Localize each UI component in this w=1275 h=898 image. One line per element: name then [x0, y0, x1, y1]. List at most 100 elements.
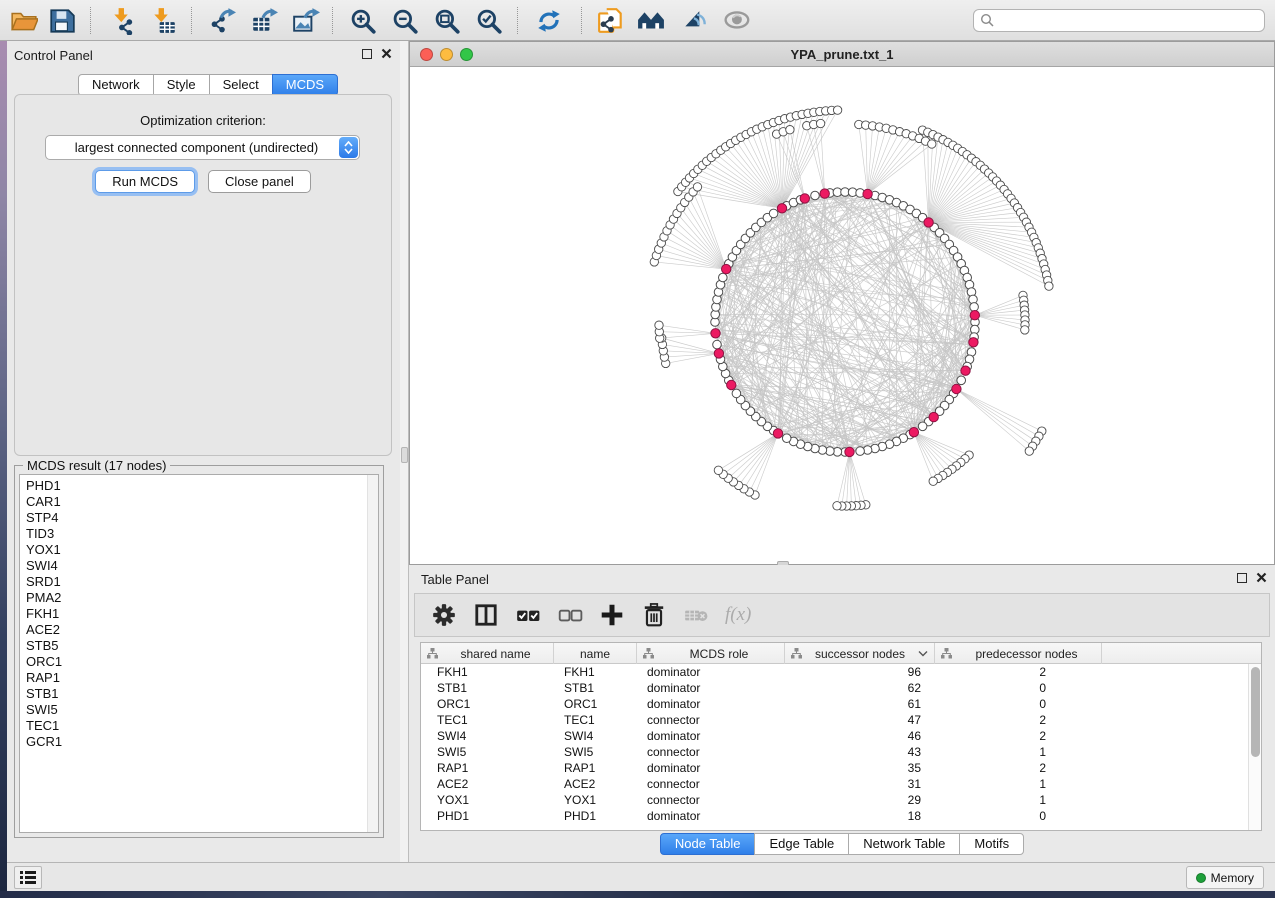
- deselect-all-icon[interactable]: [557, 602, 583, 628]
- table-cell: SWI5: [421, 745, 554, 759]
- table-cell: TEC1: [554, 713, 637, 727]
- result-item[interactable]: STP4: [20, 510, 378, 526]
- result-item[interactable]: RAP1: [20, 670, 378, 686]
- memory-status-icon: [1196, 873, 1206, 883]
- result-item[interactable]: SRD1: [20, 574, 378, 590]
- column-header-predecessor-nodes[interactable]: predecessor nodes: [935, 643, 1102, 664]
- main-toolbar: [0, 0, 1275, 41]
- zoom-fit-icon[interactable]: [433, 7, 461, 35]
- result-item[interactable]: ORC1: [20, 654, 378, 670]
- table-row[interactable]: SWI5SWI5connector431: [421, 744, 1261, 760]
- settings-gear-icon[interactable]: [431, 602, 457, 628]
- column-selector-icon[interactable]: [473, 602, 499, 628]
- mcds-result-list[interactable]: PHD1CAR1STP4TID3YOX1SWI4SRD1PMA2FKH1ACE2…: [19, 474, 379, 833]
- network-view-window: YPA_prune.txt_1: [409, 41, 1275, 565]
- result-item[interactable]: SWI5: [20, 702, 378, 718]
- toolbar-separator: [581, 7, 582, 34]
- tab-style[interactable]: Style: [153, 74, 210, 96]
- table-row[interactable]: TEC1TEC1connector472: [421, 712, 1261, 728]
- table-scrollbar-thumb[interactable]: [1251, 667, 1260, 757]
- import-network-icon[interactable]: [110, 7, 138, 35]
- add-row-icon[interactable]: [599, 602, 625, 628]
- tab-network-table[interactable]: Network Table: [848, 833, 960, 855]
- table-row[interactable]: ACE2ACE2connector311: [421, 776, 1261, 792]
- table-cell: 43: [785, 745, 935, 759]
- result-item[interactable]: PHD1: [20, 475, 378, 494]
- table-row[interactable]: PHD1PHD1dominator180: [421, 808, 1261, 824]
- result-item[interactable]: TEC1: [20, 718, 378, 734]
- table-cell: connector: [637, 793, 785, 807]
- result-item[interactable]: GCR1: [20, 734, 378, 750]
- memory-label: Memory: [1211, 871, 1254, 885]
- column-header-successor-nodes[interactable]: successor nodes: [785, 643, 935, 664]
- table-cell: 46: [785, 729, 935, 743]
- table-scrollbar[interactable]: [1248, 664, 1261, 830]
- task-history-button[interactable]: [14, 866, 42, 889]
- close-panel-icon[interactable]: [381, 48, 392, 59]
- tab-node-table[interactable]: Node Table: [660, 833, 756, 855]
- close-panel-button[interactable]: Close panel: [208, 170, 311, 193]
- column-type-icon: [791, 648, 802, 659]
- result-item[interactable]: YOX1: [20, 542, 378, 558]
- result-item[interactable]: ACE2: [20, 622, 378, 638]
- export-table-icon[interactable]: [250, 7, 278, 35]
- hide-details-icon[interactable]: [681, 7, 709, 35]
- houses-icon[interactable]: [637, 7, 665, 35]
- criterion-dropdown[interactable]: largest connected component (undirected): [45, 135, 360, 160]
- table-cell: dominator: [637, 809, 785, 823]
- result-item[interactable]: FKH1: [20, 606, 378, 622]
- table-cell: 62: [785, 681, 935, 695]
- table-row[interactable]: STB1STB1dominator620: [421, 680, 1261, 696]
- select-all-icon[interactable]: [515, 602, 541, 628]
- result-item[interactable]: CAR1: [20, 494, 378, 510]
- tab-motifs[interactable]: Motifs: [959, 833, 1024, 855]
- table-cell: 0: [935, 697, 1102, 711]
- float-panel-icon[interactable]: [362, 49, 372, 59]
- splitter-handle-icon[interactable]: [401, 447, 408, 463]
- zoom-selected-icon[interactable]: [475, 7, 503, 35]
- zoom-out-icon[interactable]: [391, 7, 419, 35]
- result-item[interactable]: SWI4: [20, 558, 378, 574]
- table-cell: connector: [637, 713, 785, 727]
- table-row[interactable]: ORC1ORC1dominator610: [421, 696, 1261, 712]
- delete-row-icon[interactable]: [641, 602, 667, 628]
- zoom-in-icon[interactable]: [349, 7, 377, 35]
- panel-splitter-vertical[interactable]: [400, 41, 409, 862]
- column-type-icon: [643, 648, 654, 659]
- result-item[interactable]: PMA2: [20, 590, 378, 606]
- memory-button[interactable]: Memory: [1186, 866, 1264, 889]
- run-mcds-button[interactable]: Run MCDS: [95, 170, 195, 193]
- export-image-icon[interactable]: [292, 7, 320, 35]
- tab-network[interactable]: Network: [78, 74, 154, 96]
- network-file-icon[interactable]: [597, 7, 625, 35]
- table-toolbar: f(x): [414, 593, 1270, 637]
- network-canvas[interactable]: [410, 67, 1274, 564]
- float-table-panel-icon[interactable]: [1237, 573, 1247, 583]
- search-icon: [980, 13, 995, 28]
- result-list-scrollbar[interactable]: [367, 475, 378, 832]
- tab-edge-table[interactable]: Edge Table: [754, 833, 849, 855]
- export-network-icon[interactable]: [208, 7, 236, 35]
- table-row[interactable]: YOX1YOX1connector291: [421, 792, 1261, 808]
- column-header-name[interactable]: name: [554, 643, 637, 664]
- result-item[interactable]: TID3: [20, 526, 378, 542]
- show-details-icon[interactable]: [724, 7, 752, 35]
- refresh-icon[interactable]: [535, 7, 563, 35]
- result-item[interactable]: STB5: [20, 638, 378, 654]
- table-cell: PHD1: [554, 809, 637, 823]
- table-panel: Table Panel f(x) shared namenameMCDS rol…: [409, 565, 1275, 860]
- import-table-icon[interactable]: [150, 7, 178, 35]
- result-item[interactable]: STB1: [20, 686, 378, 702]
- tab-mcds[interactable]: MCDS: [272, 74, 338, 96]
- tab-select[interactable]: Select: [209, 74, 273, 96]
- open-file-icon[interactable]: [10, 7, 38, 35]
- search-input[interactable]: [995, 11, 1264, 30]
- table-cell: STB1: [554, 681, 637, 695]
- close-table-panel-icon[interactable]: [1256, 572, 1267, 583]
- column-header-shared-name[interactable]: shared name: [421, 643, 554, 664]
- table-row[interactable]: SWI4SWI4dominator462: [421, 728, 1261, 744]
- table-row[interactable]: FKH1FKH1dominator962: [421, 664, 1261, 680]
- column-header-MCDS-role[interactable]: MCDS role: [637, 643, 785, 664]
- table-row[interactable]: RAP1RAP1dominator352: [421, 760, 1261, 776]
- save-session-icon[interactable]: [48, 7, 76, 35]
